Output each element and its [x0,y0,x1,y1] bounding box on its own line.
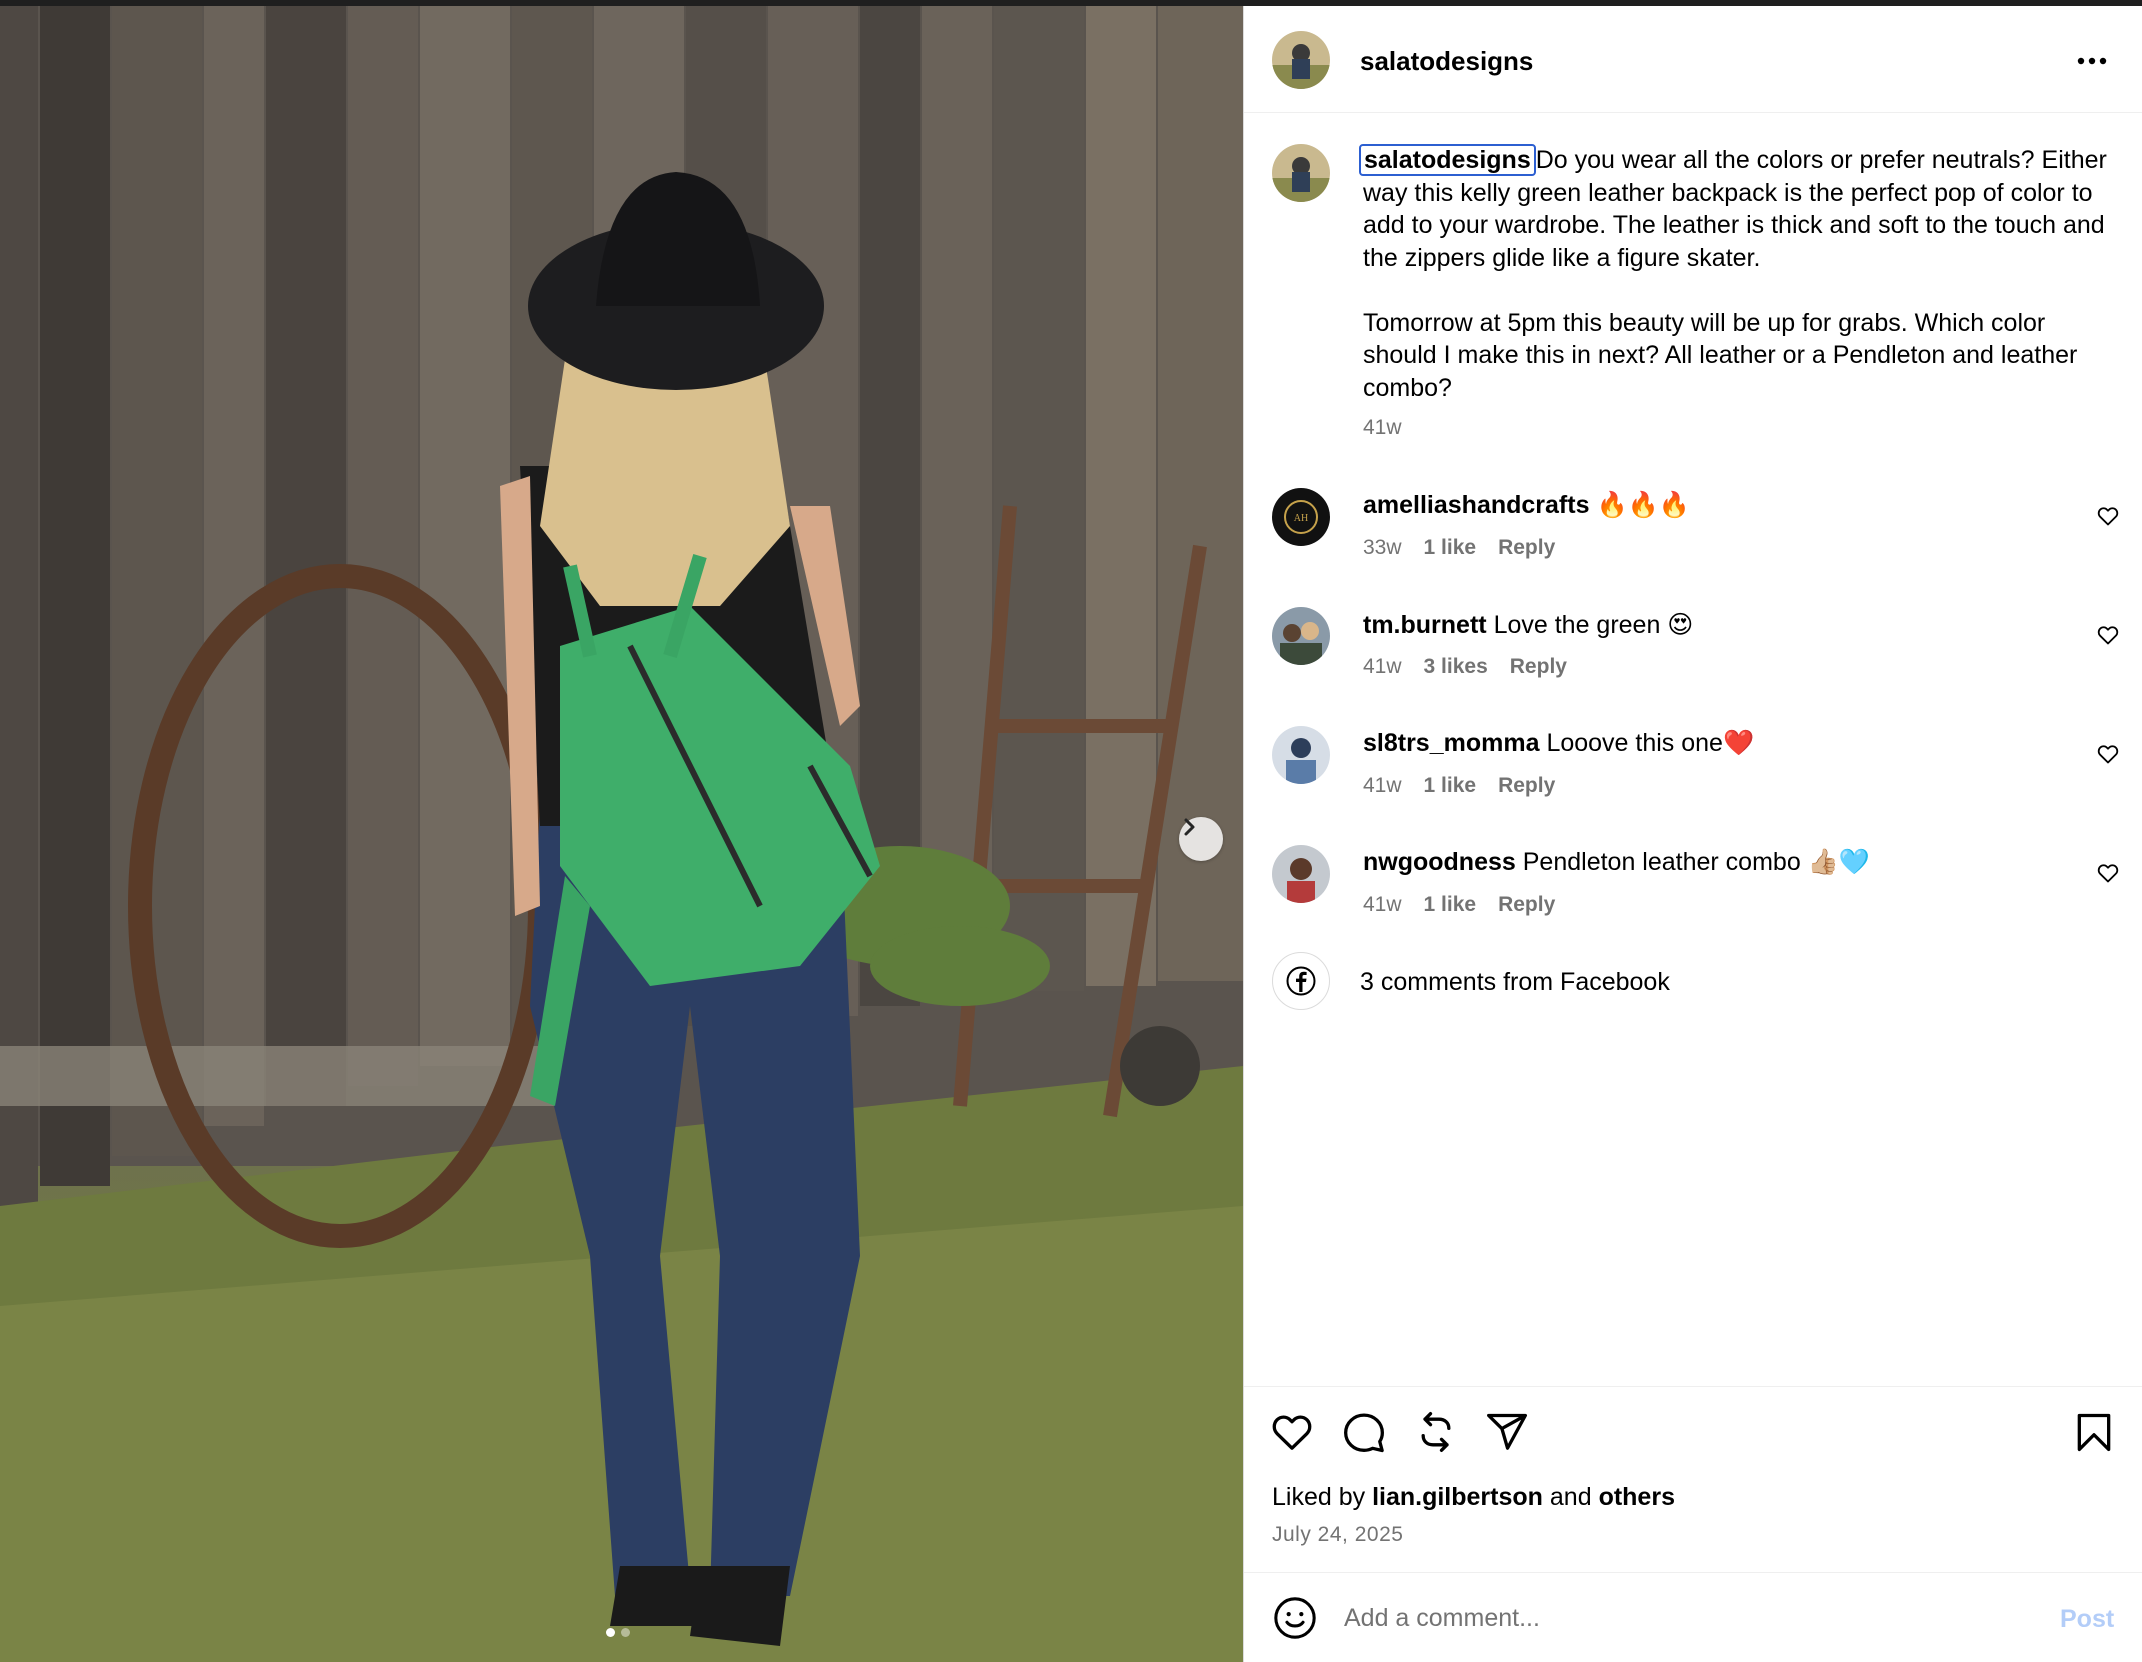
comment-like-heart-icon[interactable] [2096,861,2120,885]
author-username[interactable]: salatodesigns [1360,46,1533,77]
commenter-avatar[interactable]: AH [1272,488,1330,546]
comment-likes[interactable]: 1 like [1424,893,1477,917]
facebook-comments-label: 3 comments from Facebook [1360,968,1670,996]
comment-meta: 33w 1 like Reply [1363,536,1555,560]
commenter-avatar[interactable] [1272,726,1330,784]
comment-bubble-icon [1344,1413,1384,1453]
carousel-indicator [606,1628,630,1637]
photo-illustration [0,6,1243,1662]
comment-username[interactable]: tm.burnett [1363,611,1487,639]
more-horizontal-icon [2077,57,2107,65]
comment-line: amelliashandcrafts 🔥🔥🔥 [1363,491,1690,520]
comment-time[interactable]: 41w [1363,655,1402,679]
commenter-avatar[interactable] [1272,607,1330,665]
comment-like-heart-icon[interactable] [2096,742,2120,766]
comment-username[interactable]: sl8trs_momma [1363,729,1539,757]
caption-author-avatar[interactable] [1272,144,1330,202]
post-header: salatodesigns [1244,6,2142,113]
comment-text: 🔥🔥🔥 [1596,491,1690,519]
avatar-image: AH [1272,488,1330,546]
heart-icon [1272,1415,1312,1450]
facebook-icon [1286,966,1316,996]
comment-line: sl8trs_momma Looove this one❤️ [1363,729,1754,758]
post-photo[interactable] [0,6,1243,1662]
comment-item: sl8trs_momma Looove this one❤️ 41w 1 lik… [1244,726,2142,806]
comment-meta: 41w 1 like Reply [1363,893,1555,917]
paper-plane-icon [1487,1413,1527,1450]
svg-text:AH: AH [1294,513,1308,524]
comment-likes[interactable]: 1 like [1424,774,1477,798]
post-comment-button[interactable]: Post [2060,1605,2114,1634]
comment-text: Pendleton leather combo 👍🏼🩵 [1522,848,1870,876]
facebook-icon-wrap [1272,952,1330,1010]
comment-text: Love the green 😍 [1493,611,1694,639]
repost-button[interactable] [1413,1409,1459,1455]
reply-button[interactable]: Reply [1510,655,1567,679]
comment-item: tm.burnett Love the green 😍 41w 3 likes … [1244,607,2142,687]
save-button[interactable] [2071,1409,2117,1455]
comment-meta: 41w 1 like Reply [1363,774,1555,798]
liked-by-others[interactable]: others [1599,1483,1675,1511]
reply-button[interactable]: Reply [1498,774,1555,798]
comment-input[interactable] [1344,1593,1984,1643]
comments-scroll-area[interactable]: salatodesigns Do you wear all the colors … [1244,114,2142,1386]
comment-time[interactable]: 41w [1363,893,1402,917]
comment-time[interactable]: 33w [1363,536,1402,560]
avatar-image [1272,144,1330,202]
post-actions: Liked by lian.gilbertson and others July… [1244,1386,2142,1572]
author-avatar[interactable] [1272,31,1330,89]
avatar-image [1272,845,1330,903]
comment-composer: Post [1244,1572,2142,1662]
comment-item: nwgoodness Pendleton leather combo 👍🏼🩵 4… [1244,845,2142,925]
more-options-button[interactable] [2072,46,2112,76]
chevron-right-icon [1184,818,1195,836]
commenter-avatar[interactable] [1272,845,1330,903]
bookmark-icon [2077,1413,2111,1452]
post-details-panel: salatodesigns salatodesigns Do you wear a… [1243,6,2142,1662]
caption-username-link[interactable]: salatodesigns [1359,144,1536,176]
comment-time[interactable]: 41w [1363,774,1402,798]
reply-button[interactable]: Reply [1498,893,1555,917]
comment-username[interactable]: nwgoodness [1363,848,1516,876]
comment-item: AH amelliashandcrafts 🔥🔥🔥 33w 1 like Rep… [1244,488,2142,568]
comment-button[interactable] [1341,1409,1387,1455]
like-button[interactable] [1269,1409,1315,1455]
liked-by-user[interactable]: lian.gilbertson [1372,1483,1543,1511]
caption-text: Do you wear all the colors or prefer neu… [1363,146,2107,402]
caption-text-block: salatodesigns Do you wear all the colors … [1359,144,2123,404]
comment-like-heart-icon[interactable] [2096,623,2120,647]
caption-timestamp[interactable]: 41w [1363,416,1402,440]
comment-likes[interactable]: 3 likes [1424,655,1488,679]
comment-username[interactable]: amelliashandcrafts [1363,491,1590,519]
carousel-dot-active [606,1628,615,1637]
liked-by-line: Liked by lian.gilbertson and others [1272,1483,1675,1512]
liked-by-prefix: Liked by [1272,1483,1366,1511]
carousel-dot [621,1628,630,1637]
post-date[interactable]: July 24, 2025 [1272,1523,1403,1547]
comment-text: Looove this one❤️ [1546,729,1755,757]
avatar-image [1272,31,1330,89]
avatar-image [1272,607,1330,665]
share-button[interactable] [1484,1409,1530,1455]
comment-like-heart-icon[interactable] [2096,504,2120,528]
comment-meta: 41w 3 likes Reply [1363,655,1567,679]
comment-likes[interactable]: 1 like [1424,536,1477,560]
comment-line: nwgoodness Pendleton leather combo 👍🏼🩵 [1363,848,1870,877]
repost-icon [1421,1412,1451,1452]
facebook-comments-link[interactable]: 3 comments from Facebook [1244,952,2142,1012]
comment-line: tm.burnett Love the green 😍 [1363,610,1693,640]
liked-by-and: and [1549,1483,1592,1511]
smiley-icon[interactable] [1272,1595,1318,1641]
avatar-image [1272,726,1330,784]
next-slide-button[interactable] [1179,817,1223,861]
reply-button[interactable]: Reply [1498,536,1555,560]
